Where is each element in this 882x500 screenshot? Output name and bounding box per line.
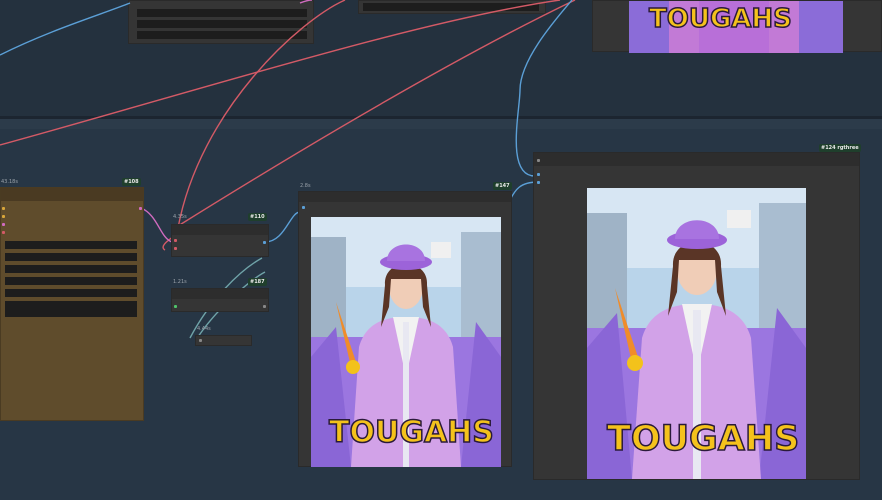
input-slot[interactable] [2, 231, 5, 234]
node-147[interactable]: TOUGAHS [298, 191, 512, 467]
node-187-header[interactable] [172, 289, 268, 299]
input-slot[interactable] [2, 223, 5, 226]
widget-row[interactable] [5, 289, 137, 297]
node-124-preview: TOUGAHS [587, 188, 806, 479]
widget-row[interactable] [5, 277, 137, 285]
node-124-header[interactable] [534, 153, 859, 166]
node-124-badge: #124 rgthree [819, 144, 861, 152]
node-124-image-text: TOUGAHS [607, 419, 799, 459]
node-147-badge: #147 [493, 182, 512, 190]
input-slot[interactable] [174, 239, 177, 242]
node-108-time: 43.18s [1, 179, 18, 185]
output-slot[interactable] [263, 305, 266, 308]
link-pink-1 [140, 207, 173, 243]
input-slot[interactable] [537, 181, 540, 184]
input-slot[interactable] [174, 247, 177, 250]
widget-row[interactable] [5, 241, 137, 249]
node-124-preview-graphic: TOUGAHS [587, 188, 806, 479]
widget-row[interactable] [5, 301, 137, 309]
input-slot[interactable] [199, 339, 202, 342]
node-110-time: 4.35s [173, 214, 187, 220]
output-slot[interactable] [263, 241, 266, 244]
node-108-header[interactable] [1, 188, 143, 201]
node-small[interactable] [195, 335, 252, 346]
node-147-preview-graphic: TOUGAHS [311, 217, 501, 467]
node-graph-canvas[interactable]: TOUGAHS 43.18s #108 4.35s #110 1.21s #18… [0, 0, 882, 500]
node-187[interactable] [171, 288, 269, 312]
widget-row[interactable] [5, 265, 137, 273]
node-187-badge: #187 [248, 278, 267, 286]
node-147-image-text: TOUGAHS [329, 415, 494, 450]
link-blue-1 [0, 2, 131, 56]
node-147-header[interactable] [299, 192, 511, 202]
widget-row[interactable] [5, 253, 137, 261]
node-110-header[interactable] [172, 225, 268, 235]
input-slot[interactable] [537, 159, 540, 162]
input-slot[interactable] [537, 173, 540, 176]
node-small-time: 4.44s [197, 326, 211, 332]
link-pink-2 [299, 0, 313, 4]
node-187-time: 1.21s [173, 279, 187, 285]
link-red-1 [0, 0, 561, 146]
input-slot[interactable] [2, 207, 5, 210]
widget-row[interactable] [5, 309, 137, 317]
link-blue-2 [515, 0, 573, 177]
node-124[interactable]: TOUGAHS [533, 152, 860, 480]
output-slot[interactable] [139, 207, 142, 210]
input-slot[interactable] [2, 215, 5, 218]
node-110[interactable] [171, 224, 269, 257]
node-110-badge: #110 [248, 213, 267, 221]
input-slot[interactable] [174, 305, 177, 308]
input-slot[interactable] [302, 206, 305, 209]
node-108-badge: #108 [122, 178, 141, 186]
node-147-preview: TOUGAHS [311, 217, 501, 467]
link-blue-4 [264, 211, 301, 243]
node-147-time: 2.8s [300, 183, 311, 189]
node-108[interactable] [0, 187, 144, 421]
